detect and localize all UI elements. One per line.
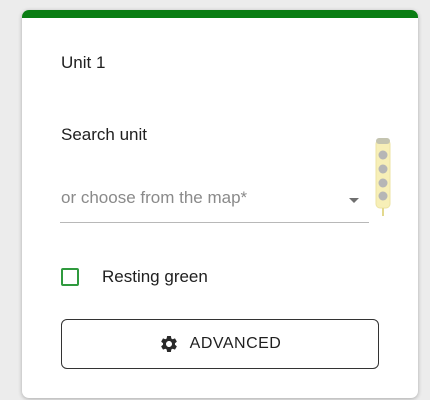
traffic-light-icon (375, 138, 391, 216)
gear-icon (160, 336, 177, 352)
advanced-button[interactable]: ADVANCED (61, 319, 379, 369)
unit-select-placeholder: or choose from the map* (61, 188, 248, 207)
unit-select[interactable]: or choose from the map* (60, 182, 369, 223)
resting-green-checkbox[interactable] (61, 268, 79, 286)
chevron-down-icon (349, 198, 359, 203)
resting-green-checkbox-row[interactable]: Resting green (61, 265, 208, 289)
unit-card: Unit 1 Search unit or choose from the ma… (22, 10, 418, 398)
advanced-button-label: ADVANCED (189, 335, 282, 352)
card-accent-bar (22, 10, 418, 18)
resting-green-label: Resting green (102, 267, 208, 286)
search-unit-label: Search unit (61, 125, 147, 144)
page: Unit 1 Search unit or choose from the ma… (0, 0, 430, 400)
unit-title: Unit 1 (61, 53, 106, 72)
